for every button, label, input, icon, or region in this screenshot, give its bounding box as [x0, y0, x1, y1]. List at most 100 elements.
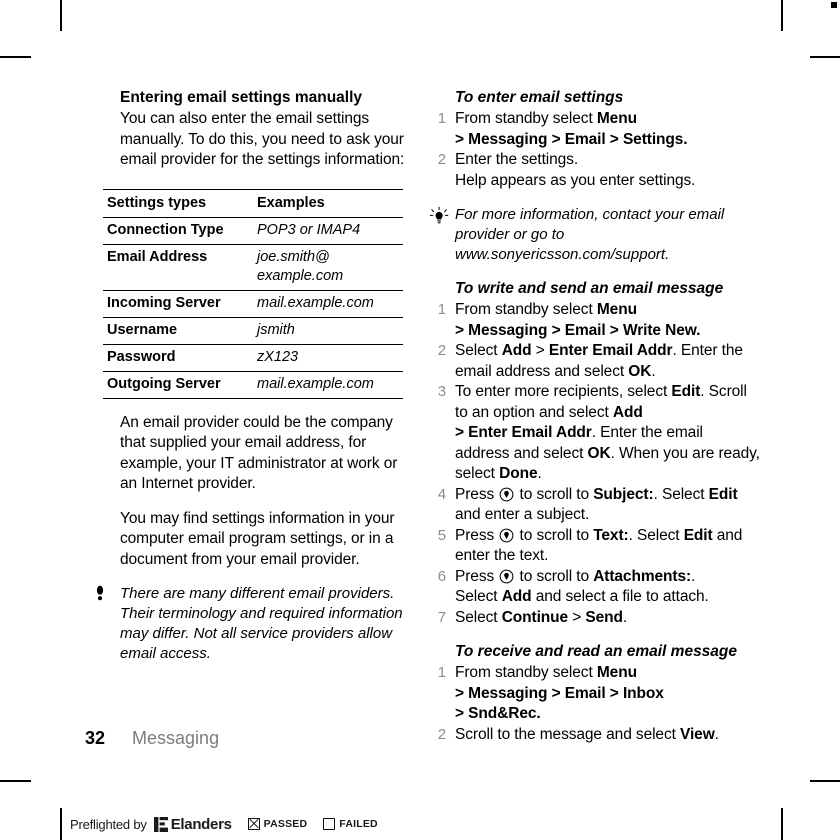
step-number: 1 [437, 110, 446, 127]
step-text-period: . [651, 362, 656, 380]
table-row: Password zX123 [103, 344, 403, 372]
list-item: 1 From standby select Menu > Messaging >… [420, 300, 760, 341]
ui-term-menu: Menu [596, 110, 637, 127]
menu-path: > Enter Email Addr [455, 424, 592, 441]
preflight-label: Preflighted by [70, 816, 147, 832]
step-number: 2 [437, 151, 446, 168]
list-item: 2 Select Add > Enter Email Addr. Enter t… [420, 341, 760, 382]
ui-term-enter-email-addr: Enter Email Addr [548, 342, 673, 359]
step-number: 1 [437, 664, 446, 681]
table-cell-example: mail.example.com [253, 290, 403, 318]
table-cell-type: Incoming Server [103, 290, 253, 318]
ui-term-text: Text: [593, 526, 629, 544]
table-cell-example: mail.example.com [253, 371, 403, 399]
page-number: 32 [85, 728, 106, 748]
step-text-tail: and select a file to attach. [531, 588, 709, 605]
ui-term-ok: OK [587, 444, 611, 462]
table-row: Connection Type POP3 or IMAP4 [103, 217, 403, 245]
right-column: To enter email settings 1 From standby s… [420, 88, 760, 745]
ui-term-subject: Subject: [593, 485, 654, 503]
path-separator: > [568, 608, 586, 626]
list-item: 6 Press to scroll to Attachments:. Select… [420, 567, 760, 608]
step-subtext: Help appears as you enter settings. [455, 171, 696, 189]
list-item: 1 From standby select Menu > Messaging >… [420, 109, 760, 150]
exclamation-note-icon [93, 585, 115, 607]
step-number: 3 [437, 383, 446, 400]
table-cell-example: POP3 or IMAP4 [253, 217, 403, 245]
path-separator: > [531, 342, 549, 359]
procedure-heading-receive-read-email: To receive and read an email message [455, 643, 738, 660]
step-number: 2 [437, 342, 446, 359]
procedure-heading-enter-email-settings: To enter email settings [455, 89, 624, 106]
preflight-failed: FAILED [323, 818, 378, 830]
table-row: Outgoing Server mail.example.com [103, 371, 403, 399]
ui-term-edit: Edit [708, 485, 738, 503]
ui-term-add: Add [612, 403, 643, 421]
step-text: Select [455, 342, 502, 359]
failed-checkbox-icon [323, 818, 336, 830]
step-text-end: . [622, 608, 628, 626]
menu-path-sndrec: > Snd&Rec. [455, 705, 541, 722]
ui-term-edit: Edit [671, 383, 701, 400]
step-text-tail: and enter a subject. [455, 506, 590, 523]
manual-page: Entering email settings manually You can… [0, 0, 840, 840]
menu-path: > Messaging > Email > Write New. [455, 321, 701, 339]
step-text: Press [455, 485, 499, 503]
settings-table: Settings types Examples Connection Type … [103, 188, 403, 399]
step-number: 5 [437, 526, 446, 544]
step-text-period: . [691, 567, 696, 585]
list-item: 3 To enter more recipients, select Edit.… [420, 382, 760, 485]
table-cell-example: zX123 [253, 344, 403, 372]
steps-enter-email-settings: 1 From standby select Menu > Messaging >… [420, 109, 760, 191]
preflight-brand: Elanders [170, 815, 232, 833]
table-row: Username jsmith [103, 317, 403, 345]
step-text-mid: to scroll to [515, 526, 594, 544]
table-header-settings-types: Settings types [103, 188, 253, 218]
step-text-select: Select [455, 588, 502, 605]
passed-checkbox-icon [247, 818, 260, 830]
step-text-select: . Select [653, 485, 709, 503]
step-text-lead: From standby select [455, 664, 597, 681]
ui-term-menu: Menu [596, 301, 637, 318]
step-text-lead: From standby select [455, 110, 597, 127]
ui-term-add: Add [501, 342, 532, 359]
intro-paragraph: You can also enter the email settings ma… [120, 110, 405, 168]
table-cell-type: Connection Type [103, 217, 253, 245]
step-text-lead: From standby select [455, 301, 597, 318]
step-text: Press [455, 526, 499, 544]
menu-path: > Messaging > Email > Settings. [455, 130, 688, 148]
table-cell-type: Email Address [103, 244, 253, 291]
navigation-key-down-icon [499, 487, 514, 502]
paragraph-find-settings: You may find settings information in you… [120, 509, 395, 568]
step-text: To enter more recipients, select [455, 383, 672, 400]
ui-term-done: Done [499, 465, 538, 482]
procedure-heading-write-send-email: To write and send an email message [455, 280, 724, 297]
step-text-select: . Select [628, 526, 684, 544]
ui-term-continue: Continue [501, 608, 569, 626]
ui-term-add: Add [501, 588, 532, 605]
table-cell-type: Password [103, 344, 253, 372]
list-item: 1 From standby select Menu > Messaging >… [420, 663, 760, 725]
ui-term-ok: OK [628, 362, 652, 380]
table-header-row: Settings types Examples [103, 188, 403, 218]
step-number: 6 [437, 567, 446, 585]
navigation-key-down-icon [499, 569, 514, 584]
preflight-passed: PASSED [247, 818, 308, 830]
step-text: Press [455, 567, 499, 585]
steps-write-send-email: 1 From standby select Menu > Messaging >… [420, 300, 760, 628]
lightbulb-tip-icon [428, 206, 450, 228]
note-block-providers: There are many different email providers… [85, 584, 415, 664]
passed-label: PASSED [263, 818, 308, 830]
step-number: 4 [437, 485, 446, 503]
ui-term-send: Send [585, 608, 623, 626]
table-cell-type: Outgoing Server [103, 371, 253, 399]
step-text: Select [455, 608, 502, 626]
table-row: Email Address joe.smith@ example.com [103, 244, 403, 291]
preflight-bar: Preflighted by Elanders PASSED FAILED [60, 808, 378, 840]
list-item: 2 Enter the settings. Help appears as yo… [420, 150, 760, 191]
page-footer: 32 Messaging [85, 726, 745, 750]
table-row: Incoming Server mail.example.com [103, 290, 403, 318]
table-header-examples: Examples [253, 188, 403, 218]
table-cell-example: jsmith [253, 317, 403, 345]
step-number: 7 [437, 608, 446, 626]
